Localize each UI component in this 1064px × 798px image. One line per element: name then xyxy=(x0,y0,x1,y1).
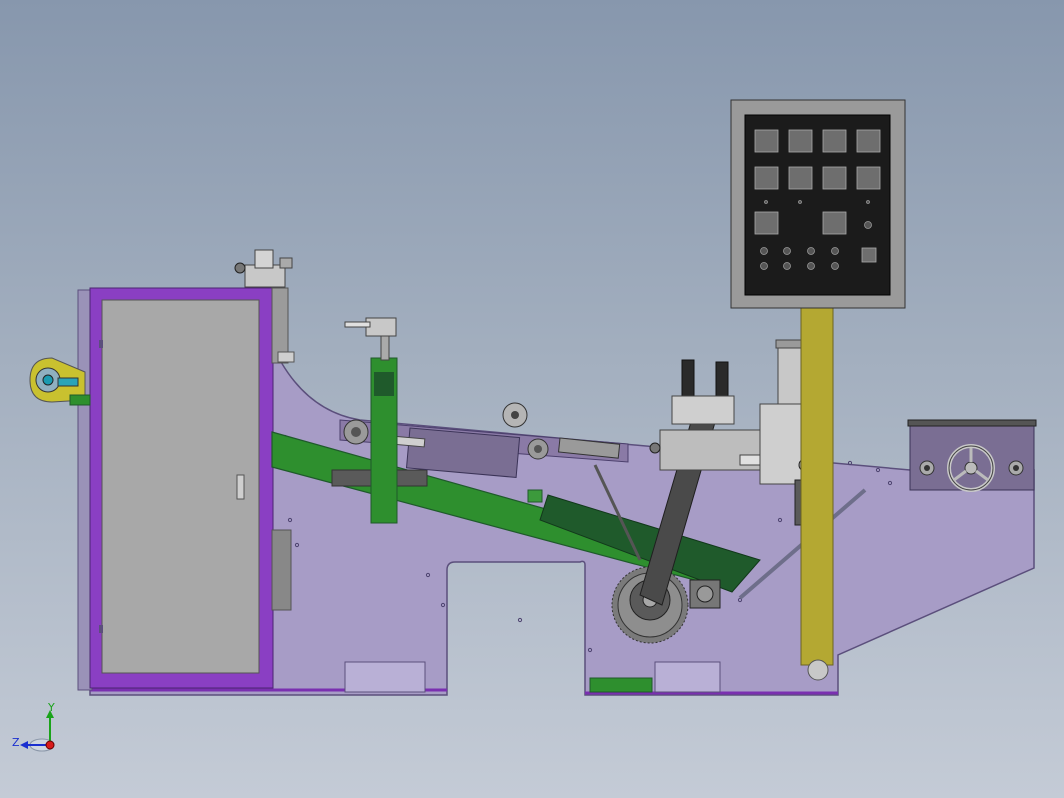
cutter-mechanism xyxy=(649,359,763,471)
panel-button-7[interactable] xyxy=(822,166,847,190)
handwheel-box xyxy=(907,419,1037,492)
green-base-block xyxy=(589,677,653,693)
side-bracket-tab xyxy=(277,351,295,363)
frame-foot-right xyxy=(654,661,721,693)
control-panel xyxy=(730,99,906,309)
panel-button-5[interactable] xyxy=(754,166,779,190)
top-clamp-unit xyxy=(234,249,293,288)
frame-foot-left xyxy=(344,661,426,693)
orientation-triad: Y Z xyxy=(12,701,55,752)
cabinet-door[interactable] xyxy=(77,287,295,691)
panel-button-8[interactable] xyxy=(856,166,881,190)
panel-button-4[interactable] xyxy=(856,129,881,153)
door-hinge-top xyxy=(99,340,103,348)
panel-button-2[interactable] xyxy=(788,129,813,153)
z-axis-label: Z xyxy=(12,736,20,749)
cad-viewport[interactable]: Y Z xyxy=(0,0,1064,798)
y-axis-label: Y xyxy=(47,701,55,714)
panel-support-post xyxy=(800,307,834,681)
panel-indicator-square xyxy=(861,247,877,263)
panel-button-1[interactable] xyxy=(754,129,779,153)
panel-button-9[interactable] xyxy=(754,211,779,235)
panel-button-3[interactable] xyxy=(822,129,847,153)
x-axis-marker xyxy=(45,740,55,750)
panel-button-6[interactable] xyxy=(788,166,813,190)
side-plate xyxy=(271,529,292,611)
machine-drawing: Y Z xyxy=(12,99,1037,752)
door-hinge-bottom xyxy=(99,625,103,633)
door-handle[interactable] xyxy=(236,474,245,500)
panel-button-10[interactable] xyxy=(822,211,847,235)
